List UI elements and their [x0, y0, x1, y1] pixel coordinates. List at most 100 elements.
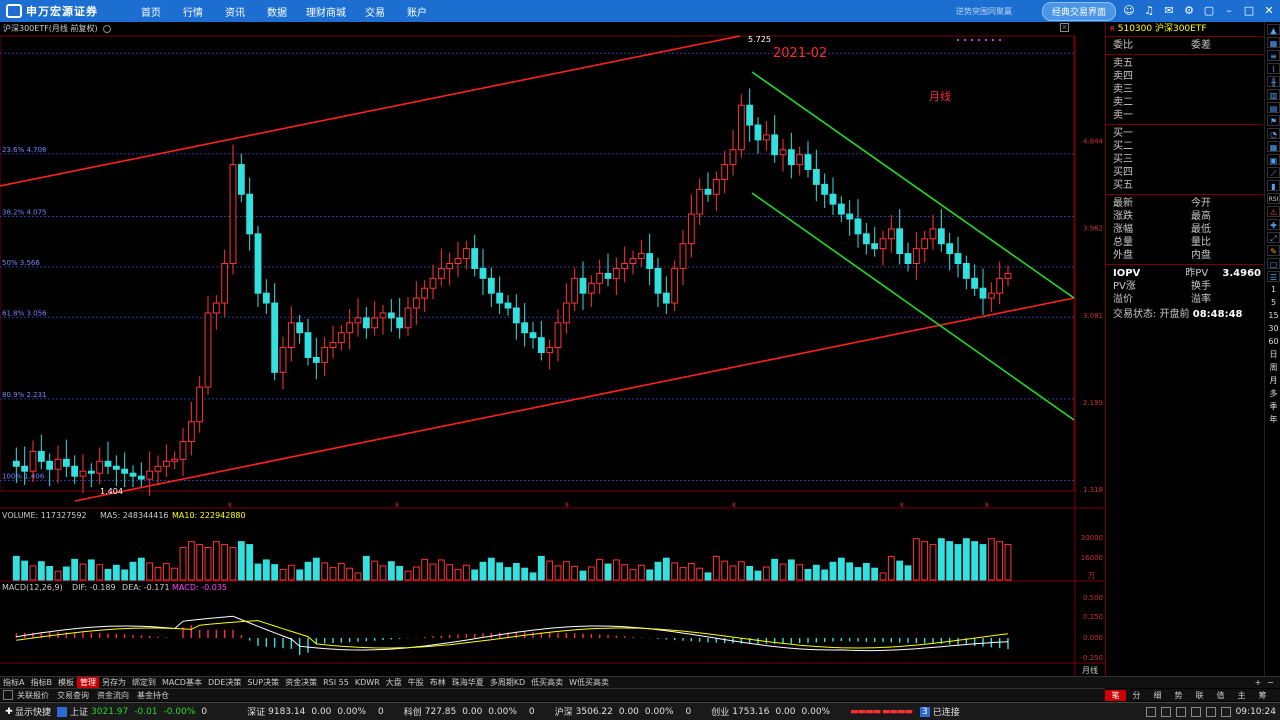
detail-page-tab[interactable]: 分: [1126, 690, 1147, 701]
sh-index-name[interactable]: 上证: [70, 705, 88, 718]
detail-page-tab[interactable]: 值: [1210, 690, 1231, 701]
minimize-icon[interactable]: –: [1222, 4, 1236, 18]
chat-icon[interactable]: [1175, 706, 1186, 717]
connection-status[interactable]: 已连接: [933, 705, 960, 718]
sell-level-2[interactable]: 卖二: [1113, 96, 1263, 109]
tool-table-icon[interactable]: ▦: [1267, 141, 1280, 152]
period-multi[interactable]: 多: [1267, 388, 1280, 399]
nav-wealth-mall[interactable]: 理财商城: [298, 4, 354, 19]
indicator-tab[interactable]: SUP决策: [244, 677, 282, 688]
cy-index-name[interactable]: 创业: [711, 705, 729, 718]
tool-bars-icon[interactable]: ▥: [1267, 89, 1280, 100]
period-day[interactable]: 日: [1267, 349, 1280, 360]
detail-page-tab[interactable]: 细: [1147, 690, 1168, 701]
tool-cal-icon[interactable]: ▤: [1267, 102, 1280, 113]
indicator-tab[interactable]: 大盘: [383, 677, 405, 688]
tool-k-icon[interactable]: ╫: [1267, 76, 1280, 87]
period-year[interactable]: 年: [1267, 414, 1280, 425]
indicator-tab[interactable]: RSI 55: [320, 678, 352, 687]
tab-fund-flow[interactable]: 资金流向: [93, 690, 133, 701]
scroll-up-icon[interactable]: ▲: [1267, 24, 1280, 35]
indicator-tab[interactable]: MACD基本: [159, 677, 205, 688]
tool-zoom-icon[interactable]: ✚: [1267, 219, 1280, 230]
tab-fund-holdings[interactable]: 基金持仓: [133, 690, 173, 701]
maximize-icon[interactable]: □: [1242, 4, 1256, 18]
sell-level-3[interactable]: 卖三: [1113, 83, 1263, 96]
settings-icon[interactable]: ⚙: [1182, 4, 1196, 18]
network-icon[interactable]: [1160, 706, 1171, 717]
chart-close-icon[interactable]: ×: [1060, 23, 1069, 32]
detail-page-tab[interactable]: 笔: [1105, 689, 1126, 701]
period-30min[interactable]: 30: [1267, 323, 1280, 334]
indicator-tab[interactable]: 布林: [427, 677, 449, 688]
mail-icon[interactable]: ✉: [1162, 4, 1176, 18]
nav-account[interactable]: 账户: [396, 4, 438, 19]
tool-doc-icon[interactable]: ▣: [1267, 154, 1280, 165]
period-1min[interactable]: 1: [1267, 284, 1280, 295]
tool-grid-icon[interactable]: ▦: [1267, 37, 1280, 48]
tab-linked-quote[interactable]: 关联报价: [13, 690, 53, 701]
tool-chart-icon[interactable]: ⌇: [1267, 63, 1280, 74]
zoom-out-button[interactable]: −: [1267, 678, 1274, 687]
indicator-tab[interactable]: 资金决策: [282, 677, 320, 688]
detail-page-tab[interactable]: 筹: [1252, 690, 1273, 701]
lock-icon[interactable]: [1145, 706, 1156, 717]
nav-home[interactable]: 首页: [130, 4, 172, 19]
period-week[interactable]: 周: [1267, 362, 1280, 373]
tool-pen-icon[interactable]: ✎: [1267, 245, 1280, 256]
hs-index-name[interactable]: 沪深: [555, 705, 573, 718]
indicator-tab[interactable]: 指标B: [27, 677, 55, 688]
nav-trade[interactable]: 交易: [354, 4, 396, 19]
upload-icon[interactable]: [1220, 706, 1231, 717]
classic-trade-button[interactable]: 经典交易界面: [1041, 1, 1116, 21]
close-icon[interactable]: ✕: [1262, 4, 1276, 18]
tab-trade-query[interactable]: 交易查询: [53, 690, 93, 701]
tool-list-icon[interactable]: ≡: [1267, 50, 1280, 61]
sell-level-5[interactable]: 卖五: [1113, 57, 1263, 70]
indicator-tab[interactable]: DDE决策: [205, 677, 244, 688]
buy-level-4[interactable]: 买四: [1113, 166, 1263, 179]
kline-chart[interactable]: 23.6% 4.708 38.2% 4.075 50% 3.566 61.8% 3.0…: [0, 22, 1105, 677]
indicator-tab[interactable]: 管理: [76, 677, 99, 688]
tool-alert-icon[interactable]: ⚠: [1267, 206, 1280, 217]
detail-page-tab[interactable]: 势: [1168, 690, 1189, 701]
indicator-tab[interactable]: 多周期KD: [487, 677, 528, 688]
sell-level-1[interactable]: 卖一: [1113, 109, 1263, 122]
tool-page-icon[interactable]: ▢: [1267, 258, 1280, 269]
indicator-tab[interactable]: 另存为: [99, 677, 129, 688]
buy-level-1[interactable]: 买一: [1113, 127, 1263, 140]
period-quarter[interactable]: 季: [1267, 401, 1280, 412]
tool-vol-icon[interactable]: ▮: [1267, 180, 1280, 191]
period-15min[interactable]: 15: [1267, 310, 1280, 321]
tool-rsi-label[interactable]: RSI: [1267, 193, 1280, 204]
sz-index-name[interactable]: 深证: [247, 705, 265, 718]
sound-icon[interactable]: [1190, 706, 1201, 717]
period-60min[interactable]: 60: [1267, 336, 1280, 347]
period-month[interactable]: 月: [1267, 375, 1280, 386]
chart-options-icon[interactable]: [103, 24, 112, 33]
buy-level-2[interactable]: 买二: [1113, 140, 1263, 153]
indicator-tab[interactable]: 牛股: [405, 677, 427, 688]
buy-level-3[interactable]: 买三: [1113, 153, 1263, 166]
buy-level-5[interactable]: 买五: [1113, 179, 1263, 192]
add-icon[interactable]: ✚: [3, 706, 15, 718]
tool-pie-icon[interactable]: ◔: [1267, 128, 1280, 139]
indicator-tab[interactable]: KDWR: [352, 678, 383, 687]
indicator-tab[interactable]: 模板: [55, 677, 77, 688]
tool-flag-icon[interactable]: ⚑: [1267, 115, 1280, 126]
headset-icon[interactable]: ♫: [1142, 4, 1156, 18]
bell-icon[interactable]: [1205, 706, 1216, 717]
detail-page-tab[interactable]: 联: [1189, 690, 1210, 701]
nav-news[interactable]: 资讯: [214, 4, 256, 19]
kc-index-name[interactable]: 科创: [404, 705, 422, 718]
skin-icon[interactable]: ▢: [1202, 4, 1216, 18]
indicator-tab[interactable]: W低买高卖: [566, 677, 612, 688]
nav-data[interactable]: 数据: [256, 4, 298, 19]
indicator-tab[interactable]: 低买高卖: [528, 677, 566, 688]
period-5min[interactable]: 5: [1267, 297, 1280, 308]
tool-move-icon[interactable]: ⤢: [1267, 232, 1280, 243]
nav-market[interactable]: 行情: [172, 4, 214, 19]
quick-display-button[interactable]: 显示快捷: [15, 705, 51, 718]
tool-list2-icon[interactable]: ☰: [1267, 271, 1280, 282]
indicator-tab[interactable]: 指标A: [0, 677, 27, 688]
